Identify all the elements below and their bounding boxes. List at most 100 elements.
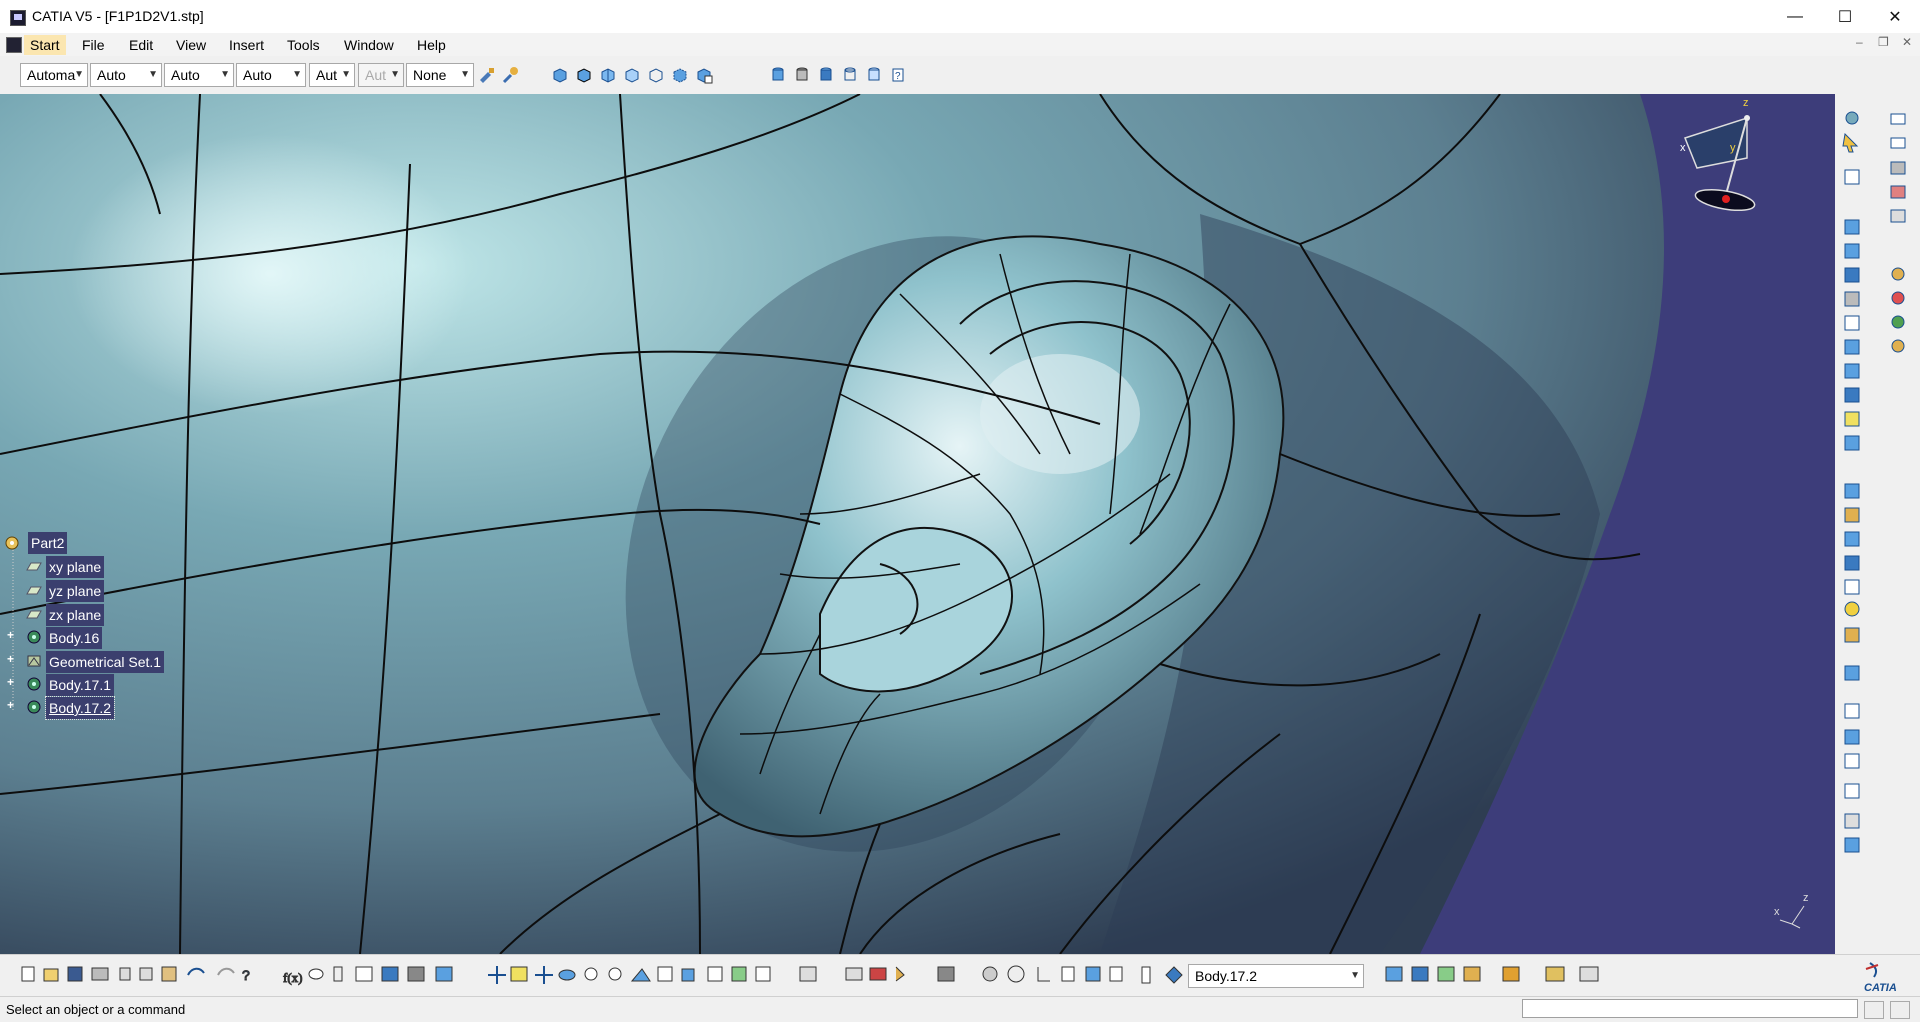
menu-window[interactable]: Window: [338, 35, 400, 55]
power-input-button[interactable]: [1864, 1001, 1884, 1019]
line-thickness-value: Auto: [171, 67, 200, 83]
catia-logo-text: CATIA: [1864, 982, 1897, 994]
status-message: Select an object or a command: [6, 1002, 186, 1017]
bottom-toolbar: ? f(x) Body.17.2 ▼ CATIA: [0, 954, 1920, 997]
graphic-properties-icon[interactable]: [502, 66, 520, 84]
plane-icon: [26, 562, 42, 571]
tree-item-zx-plane[interactable]: zx plane: [46, 604, 105, 626]
tree-item-body-16[interactable]: Body.16: [46, 627, 103, 649]
transparency-combo[interactable]: Auto ▼: [90, 63, 162, 87]
chevron-down-icon: ▼: [74, 69, 84, 80]
line-type-combo[interactable]: Auto ▼: [236, 63, 306, 87]
body-icon: [27, 630, 41, 644]
chevron-down-icon: ▼: [148, 69, 158, 80]
graphic-properties-toolbar: Automa ▼ Auto ▼ Auto ▼ Auto ▼ Aut ▼ Aut ▼ None…: [0, 56, 1920, 95]
menu-help[interactable]: Help: [411, 35, 452, 55]
rendering-combo: Aut ▼: [358, 63, 404, 87]
color-combo[interactable]: Automa ▼: [20, 63, 88, 87]
chevron-down-icon: ▼: [341, 69, 351, 80]
plane-icon: [26, 586, 42, 595]
chevron-down-icon: ▼: [460, 69, 470, 80]
color-value: Automa: [27, 67, 76, 83]
line-type-value: Auto: [243, 67, 272, 83]
hidden-edges-icon[interactable]: [623, 66, 641, 84]
painter-icon[interactable]: [478, 66, 496, 84]
chevron-down-icon: ▼: [1350, 970, 1360, 981]
doc-close-button[interactable]: ✕: [1902, 35, 1912, 49]
cylinder-icon[interactable]: [769, 66, 787, 84]
3d-viewport[interactable]: z x y z x Part2 xy plane yz plane zx pla…: [0, 94, 1835, 954]
bottom-toolbar-icons[interactable]: ? f(x): [0, 955, 1920, 997]
chevron-down-icon: ▼: [390, 69, 400, 80]
current-body-combo[interactable]: Body.17.2 ▼: [1188, 964, 1364, 988]
body-icon: [27, 677, 41, 691]
svg-text:f(x): f(x): [283, 970, 303, 985]
compass-x-label: x: [1680, 142, 1686, 154]
ear-surface-model[interactable]: [0, 94, 1835, 954]
tree-root-part2[interactable]: Part2: [28, 532, 68, 554]
power-input-clear-button[interactable]: [1890, 1001, 1910, 1019]
menu-view[interactable]: View: [170, 35, 212, 55]
shading-icon[interactable]: [551, 66, 569, 84]
point-type-value: Aut: [316, 67, 338, 83]
doc-restore-button[interactable]: ❐: [1878, 35, 1889, 49]
svg-text:?: ?: [895, 71, 901, 82]
right-toolbar: [1835, 94, 1920, 954]
right-toolbar-icons[interactable]: [1835, 94, 1920, 954]
status-bar: Select an object or a command: [0, 996, 1920, 1022]
expand-plus-icon[interactable]: +: [7, 698, 14, 712]
chevron-down-icon: ▼: [292, 69, 302, 80]
compass-z-label: z: [1743, 97, 1749, 109]
cylinder-wire-icon[interactable]: [865, 66, 883, 84]
expand-plus-icon[interactable]: +: [7, 652, 14, 666]
layer-combo[interactable]: None ▼: [406, 63, 474, 87]
window-title: CATIA V5 - [F1P1D2V1.stp]: [32, 8, 204, 24]
menu-file[interactable]: File: [76, 35, 111, 55]
power-input-field[interactable]: [1522, 999, 1858, 1018]
svg-text:?: ?: [242, 967, 250, 983]
tree-item-yz-plane[interactable]: yz plane: [46, 580, 105, 602]
layer-value: None: [413, 67, 447, 83]
body-icon: [27, 700, 41, 714]
plane-icon: [26, 610, 42, 619]
wireframe-icon[interactable]: [647, 66, 665, 84]
compass-y-label: y: [1730, 142, 1736, 154]
tree-item-xy-plane[interactable]: xy plane: [46, 556, 105, 578]
cylinder-edges-icon[interactable]: [793, 66, 811, 84]
part-icon: [5, 536, 19, 550]
tree-item-geometrical-set-1[interactable]: Geometrical Set.1: [46, 651, 165, 673]
expand-plus-icon[interactable]: +: [7, 628, 14, 642]
axis-z-label: z: [1803, 892, 1809, 904]
cylinder-hidden-icon[interactable]: [841, 66, 859, 84]
title-bar: CATIA V5 - [F1P1D2V1.stp] — ☐ ✕: [0, 0, 1920, 34]
axis-x-label: x: [1774, 906, 1780, 918]
edges-only-icon[interactable]: [671, 66, 689, 84]
tree-item-body-17-2[interactable]: Body.17.2: [44, 696, 116, 720]
geometrical-set-icon: [27, 655, 41, 667]
catia-app-icon[interactable]: [10, 10, 26, 26]
chevron-down-icon: ▼: [220, 69, 230, 80]
transparency-value: Auto: [97, 67, 126, 83]
menu-edit[interactable]: Edit: [123, 35, 159, 55]
menu-start[interactable]: Start: [24, 35, 66, 55]
line-thickness-combo[interactable]: Auto ▼: [164, 63, 234, 87]
customize-view-icon[interactable]: [695, 66, 713, 84]
cylinder-query-icon[interactable]: ?: [889, 66, 907, 84]
point-type-combo[interactable]: Aut ▼: [309, 63, 355, 87]
maximize-button[interactable]: ☐: [1822, 0, 1868, 33]
shading-with-edges-icon[interactable]: [575, 66, 593, 84]
minimize-button[interactable]: —: [1772, 0, 1818, 33]
document-icon[interactable]: [6, 37, 22, 53]
current-body-value: Body.17.2: [1195, 968, 1258, 984]
cylinder-material-icon[interactable]: [817, 66, 835, 84]
menu-insert[interactable]: Insert: [223, 35, 270, 55]
menu-tools[interactable]: Tools: [281, 35, 326, 55]
menu-bar: Start File Edit View Insert Tools Window…: [0, 33, 1920, 56]
close-button[interactable]: ✕: [1872, 0, 1918, 33]
rendering-value: Aut: [365, 67, 387, 83]
shading-edges-no-smooth-icon[interactable]: [599, 66, 617, 84]
compass-widget[interactable]: [1675, 98, 1785, 228]
expand-plus-icon[interactable]: +: [7, 675, 14, 689]
doc-minimize-button[interactable]: –: [1856, 35, 1863, 49]
tree-item-body-17-1[interactable]: Body.17.1: [46, 674, 115, 696]
